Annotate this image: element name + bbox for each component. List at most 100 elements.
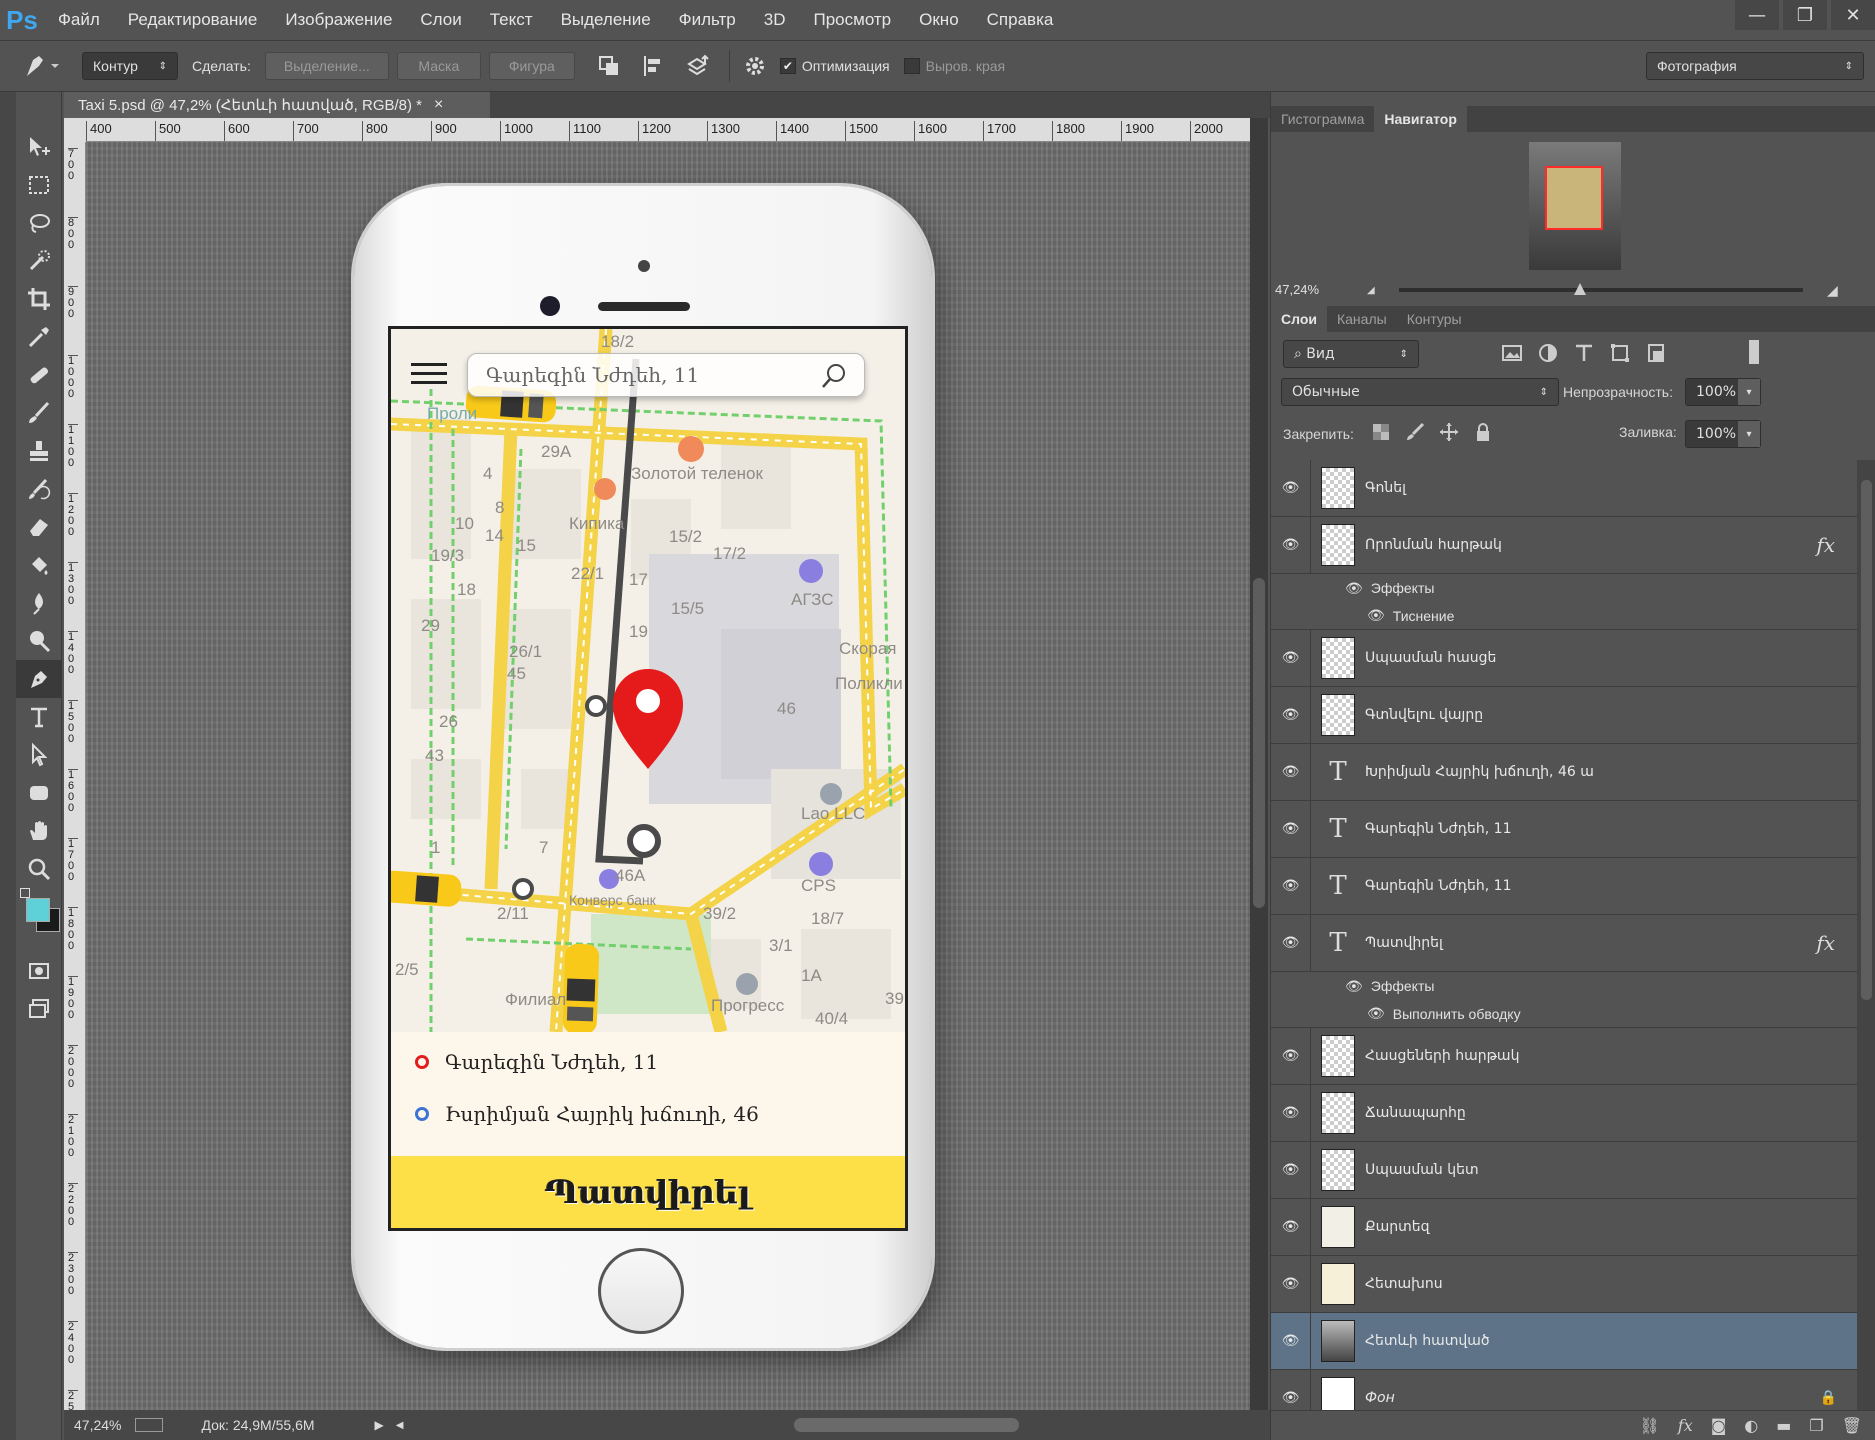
- clone-stamp-tool-icon[interactable]: [16, 432, 62, 470]
- menu-window[interactable]: Окно: [905, 10, 973, 30]
- new-adjustment-icon[interactable]: ◐: [1744, 1416, 1758, 1435]
- paint-bucket-tool-icon[interactable]: [16, 546, 62, 584]
- lock-all-icon[interactable]: [1473, 422, 1493, 442]
- effect-row[interactable]: 👁 Выполнить обводку: [1271, 1000, 1857, 1028]
- navigator-preview[interactable]: [1529, 142, 1621, 270]
- layer-item[interactable]: 👁 T Գարեգին Նժդեհ, 11: [1271, 801, 1857, 858]
- close-window-button[interactable]: ✕: [1831, 0, 1875, 30]
- layer-item[interactable]: 👁 Ճանապարհը: [1271, 1085, 1857, 1142]
- pixel-filter-icon[interactable]: [1501, 342, 1523, 364]
- quick-selection-tool-icon[interactable]: [16, 242, 62, 280]
- pen-tool-icon[interactable]: [16, 660, 62, 698]
- search-icon[interactable]: [820, 362, 848, 390]
- visibility-eye-icon[interactable]: 👁: [1345, 978, 1363, 995]
- crop-tool-icon[interactable]: [16, 280, 62, 318]
- export-icon[interactable]: [135, 1418, 164, 1432]
- visibility-eye-icon[interactable]: 👁: [1271, 517, 1311, 573]
- layers-scrollbar[interactable]: [1857, 460, 1875, 1410]
- hamburger-menu-icon[interactable]: [411, 363, 447, 387]
- rectangle-tool-icon[interactable]: [16, 774, 62, 812]
- adjustment-filter-icon[interactable]: [1537, 342, 1559, 364]
- history-brush-tool-icon[interactable]: [16, 470, 62, 508]
- menu-view[interactable]: Просмотр: [800, 10, 906, 30]
- tab-layers[interactable]: Слои: [1271, 306, 1327, 332]
- rubber-band-checkbox[interactable]: ✔: [779, 58, 796, 74]
- layer-filter-select[interactable]: ⌕ Вид ⇕: [1283, 340, 1419, 368]
- brush-tool-icon[interactable]: [16, 394, 62, 432]
- default-colors-icon[interactable]: [20, 888, 30, 898]
- marquee-tool-icon[interactable]: [16, 166, 62, 204]
- visibility-eye-icon[interactable]: 👁: [1367, 1005, 1385, 1022]
- zoom-level[interactable]: 47,24%: [74, 1417, 121, 1433]
- healing-brush-tool-icon[interactable]: [16, 356, 62, 394]
- blend-mode-select[interactable]: Обычные ⇕: [1281, 378, 1559, 406]
- layer-item[interactable]: 👁 Գտնվելու վայրը: [1271, 687, 1857, 744]
- layer-item[interactable]: 👁 Որոնման հարթակ fx: [1271, 517, 1857, 574]
- scroll-thumb[interactable]: [1861, 480, 1872, 1000]
- color-swatches[interactable]: [16, 888, 61, 952]
- make-selection-button[interactable]: Выделение...: [264, 52, 389, 80]
- hand-tool-icon[interactable]: [16, 812, 62, 850]
- visibility-eye-icon[interactable]: 👁: [1271, 687, 1311, 743]
- tab-navigator[interactable]: Навигатор: [1374, 106, 1467, 132]
- navigator-zoom[interactable]: 47,24%: [1275, 282, 1319, 297]
- map-view[interactable]: 18/2 29A Золотой теленок Кипика 15/2 17/…: [391, 329, 905, 1032]
- quick-mask-icon[interactable]: [16, 952, 62, 990]
- search-bar[interactable]: Գարեգին Նժդեհ, 11: [467, 353, 865, 397]
- vertical-scrollbar[interactable]: [1250, 118, 1268, 1410]
- layer-item[interactable]: 👁 Հետախոս: [1271, 1256, 1857, 1313]
- add-style-icon[interactable]: fx: [1678, 1416, 1693, 1435]
- add-mask-icon[interactable]: ◙: [1711, 1416, 1727, 1435]
- from-address[interactable]: Գարեգին Նժդեհ, 11: [415, 1050, 658, 1074]
- scroll-left-arrow-icon[interactable]: ◀: [396, 1420, 404, 1431]
- layer-item[interactable]: 👁 Սպասման հասցե: [1271, 630, 1857, 687]
- minimize-button[interactable]: —: [1735, 0, 1779, 30]
- menu-image[interactable]: Изображение: [271, 10, 406, 30]
- layer-item[interactable]: 👁 Գոնել: [1271, 460, 1857, 517]
- menu-file[interactable]: Файл: [44, 10, 114, 30]
- menu-3d[interactable]: 3D: [750, 10, 800, 30]
- horizontal-ruler[interactable]: 400 500 600 700 800 900 1000 1100 1200 1300 1400 15…: [86, 118, 1250, 142]
- gear-icon[interactable]: [742, 53, 768, 79]
- smart-object-filter-icon[interactable]: [1645, 342, 1667, 364]
- new-group-icon[interactable]: ▬: [1776, 1416, 1791, 1435]
- effect-row[interactable]: 👁 Тиснение: [1271, 602, 1857, 630]
- visibility-eye-icon[interactable]: 👁: [1271, 1313, 1311, 1369]
- effects-row[interactable]: 👁 Эффекты: [1271, 574, 1857, 602]
- layer-item[interactable]: 👁 T Գարեգին Նժդեհ, 11: [1271, 858, 1857, 915]
- ruler-corner[interactable]: [64, 118, 86, 142]
- lasso-tool-icon[interactable]: [16, 204, 62, 242]
- visibility-eye-icon[interactable]: 👁: [1271, 460, 1311, 516]
- tab-channels[interactable]: Каналы: [1327, 306, 1397, 332]
- workspace-select[interactable]: Фотография ⇕: [1646, 52, 1864, 80]
- type-tool-icon[interactable]: [16, 698, 62, 736]
- link-layers-icon[interactable]: ⛓: [1639, 1416, 1659, 1435]
- tab-paths[interactable]: Контуры: [1397, 306, 1472, 332]
- menu-select[interactable]: Выделение: [547, 10, 665, 30]
- make-mask-button[interactable]: Маска: [396, 52, 481, 80]
- layer-item[interactable]: 👁 Фон 🔒: [1271, 1370, 1857, 1410]
- status-menu-arrow-icon[interactable]: ▶: [375, 1418, 384, 1432]
- visibility-eye-icon[interactable]: 👁: [1271, 744, 1311, 800]
- visibility-eye-icon[interactable]: 👁: [1345, 580, 1363, 597]
- dodge-tool-icon[interactable]: [16, 622, 62, 660]
- fill-input[interactable]: 100% ▾: [1685, 420, 1761, 448]
- shape-filter-icon[interactable]: [1609, 342, 1631, 364]
- layer-item[interactable]: 👁 Քարտեզ: [1271, 1199, 1857, 1256]
- path-selection-tool-icon[interactable]: [16, 736, 62, 774]
- eyedropper-tool-icon[interactable]: [16, 318, 62, 356]
- zoom-in-icon[interactable]: ◢: [1827, 283, 1838, 299]
- lock-brush-icon[interactable]: [1405, 422, 1425, 442]
- filter-toggle-switch[interactable]: [1749, 340, 1759, 364]
- dropdown-arrow-icon[interactable]: ▾: [1738, 421, 1760, 447]
- pen-tool-preset-icon[interactable]: [0, 52, 82, 80]
- zoom-out-icon[interactable]: ◢: [1367, 285, 1375, 296]
- fx-icon[interactable]: fx: [1816, 533, 1835, 557]
- visibility-eye-icon[interactable]: 👁: [1271, 1199, 1311, 1255]
- layer-item[interactable]: 👁 Հասցեների հարթակ: [1271, 1028, 1857, 1085]
- to-address[interactable]: Իսրիմյան Հայրիկ խճուղի, 46: [415, 1102, 759, 1126]
- visibility-eye-icon[interactable]: 👁: [1367, 607, 1385, 624]
- menu-layers[interactable]: Слои: [406, 10, 475, 30]
- new-layer-icon[interactable]: ❐: [1809, 1416, 1823, 1435]
- lock-transparency-icon[interactable]: [1371, 422, 1391, 442]
